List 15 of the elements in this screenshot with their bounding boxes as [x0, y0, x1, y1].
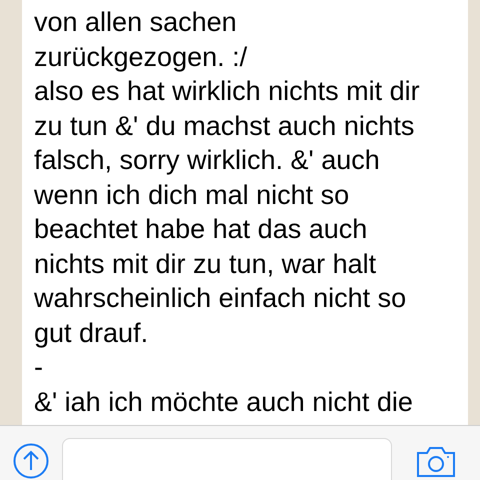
message-text-line: gut drauf. [34, 316, 148, 350]
message-text-line: von allen sachen [34, 6, 237, 39]
message-text-line: falsch, sorry wirklich. &' auch [34, 144, 380, 177]
message-input-field[interactable] [62, 438, 392, 480]
message-text-line: nichts mit dir zu tun, war halt [34, 248, 376, 280]
message-text-line: wahrscheinlich einfach nicht so [34, 282, 406, 315]
message-text-line: zu tun &' du machst auch nichts [34, 110, 414, 142]
camera-icon[interactable] [417, 447, 455, 477]
message-text-line: &' iah ich möchte auch nicht die [34, 386, 413, 418]
message-text-line: zurückgezogen. :/ [34, 40, 248, 74]
message-text-line: - [34, 351, 43, 384]
upload-icon[interactable] [13, 443, 49, 479]
message-text-line: wenn ich dich mal nicht so [34, 178, 350, 212]
message-text-line: beachtet habe hat das auch [34, 213, 368, 246]
message-text-line: also es hat wirklich nichts mit dir [34, 75, 420, 108]
